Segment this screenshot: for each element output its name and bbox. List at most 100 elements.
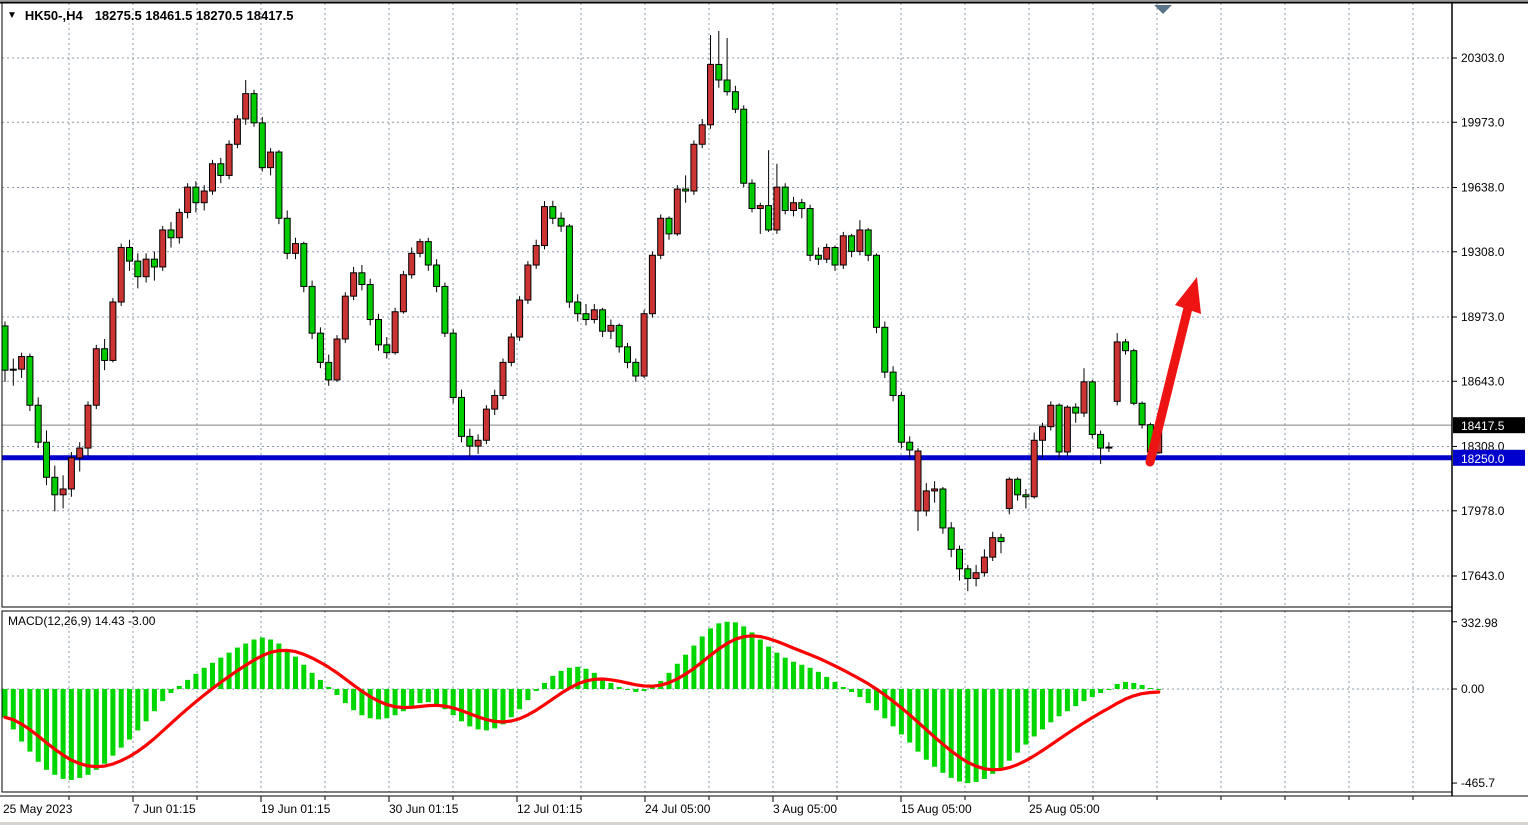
macd-bar — [451, 689, 456, 715]
macd-bar — [550, 676, 555, 689]
macd-bar — [52, 689, 57, 775]
candle-body — [317, 333, 323, 362]
macd-bar — [608, 683, 613, 689]
candle-body — [201, 191, 207, 203]
macd-bar — [285, 650, 290, 689]
macd-tick-label: 332.98 — [1461, 616, 1498, 630]
macd-bar — [19, 689, 24, 742]
candle-body — [990, 538, 996, 557]
candle-body — [973, 573, 979, 579]
price-tick-label: 19973.0 — [1461, 115, 1505, 129]
candle-body — [384, 345, 390, 353]
candle-body — [766, 206, 772, 230]
macd-bar — [293, 657, 298, 689]
candle-body — [475, 440, 481, 446]
candle-body — [649, 255, 655, 313]
chart-canvas[interactable]: 20303.019973.019638.019308.018973.018643… — [0, 1, 1528, 825]
symbol-period-label: HK50-,H4 — [25, 8, 83, 23]
candle-body — [334, 339, 340, 380]
macd-bar — [459, 689, 464, 721]
candle-body — [218, 164, 224, 176]
candle-body — [85, 405, 91, 448]
candle-body — [807, 209, 813, 256]
ohlc-readout: 18275.5 18461.5 18270.5 18417.5 — [95, 8, 294, 23]
candle-body — [1015, 479, 1021, 495]
time-label: 30 Jun 01:15 — [389, 802, 459, 816]
macd-bar — [318, 680, 323, 689]
macd-bar — [351, 689, 356, 710]
macd-bar — [127, 689, 132, 740]
candle-body — [425, 242, 431, 265]
candle-body — [716, 64, 722, 80]
macd-bar — [924, 689, 929, 760]
macd-bar — [434, 689, 439, 704]
candle-body — [932, 489, 938, 491]
macd-bar — [982, 689, 987, 779]
macd-bar — [119, 689, 124, 748]
macd-bar — [27, 689, 32, 752]
macd-bar — [501, 689, 506, 724]
candle-body — [68, 458, 74, 489]
mt4-chart-window: 20303.019973.019638.019308.018973.018643… — [0, 0, 1528, 825]
price-tick-label: 17978.0 — [1461, 504, 1505, 518]
macd-bar — [61, 689, 66, 779]
macd-bar — [642, 689, 647, 691]
candle-body — [143, 259, 149, 277]
macd-bar — [185, 680, 190, 689]
candle-body — [550, 207, 556, 219]
candle-body — [1031, 440, 1037, 496]
macd-bar — [376, 689, 381, 719]
candle-body — [160, 230, 166, 267]
candle-body — [757, 206, 763, 209]
macd-bar — [1115, 684, 1120, 689]
macd-bar — [866, 689, 871, 703]
candle-body — [508, 337, 514, 362]
candle-body — [450, 333, 456, 397]
candle-body — [185, 187, 191, 212]
candle-body — [749, 183, 755, 208]
candle-body — [442, 286, 448, 333]
macd-bar — [227, 653, 232, 689]
candle-body — [93, 349, 99, 405]
candle-body — [1114, 342, 1120, 401]
candle-body — [168, 230, 174, 238]
macd-bar — [426, 689, 431, 702]
macd-bar — [517, 689, 522, 709]
candle-body — [226, 144, 232, 175]
candle-body — [641, 314, 647, 376]
macd-bar — [1023, 689, 1028, 745]
macd-bar — [1048, 689, 1053, 722]
macd-bar — [957, 689, 962, 782]
macd-bar — [857, 689, 862, 697]
time-label: 19 Jun 01:15 — [261, 802, 331, 816]
macd-bar — [152, 689, 157, 711]
candle-body — [1073, 407, 1079, 413]
macd-bar — [1156, 689, 1161, 690]
candle-body — [500, 362, 506, 395]
macd-bar — [833, 682, 838, 689]
macd-bar — [418, 689, 423, 703]
candle-body — [907, 442, 913, 450]
macd-bar — [1007, 689, 1012, 761]
candle-body — [492, 395, 498, 409]
candle-body — [467, 436, 473, 446]
candle-body — [708, 64, 714, 124]
macd-bar — [368, 689, 373, 718]
macd-bar — [1032, 689, 1037, 736]
macd-bar — [534, 689, 539, 691]
macd-bar — [617, 687, 622, 689]
macd-bar — [343, 689, 348, 703]
candle-body — [1023, 495, 1029, 497]
price-tick-label: 19308.0 — [1461, 245, 1505, 259]
macd-bar — [733, 622, 738, 689]
candle-body — [35, 405, 41, 442]
candle-body — [865, 230, 871, 255]
macd-bar — [301, 665, 306, 689]
candle-body — [359, 273, 365, 285]
macd-bar — [542, 683, 547, 689]
candle-body — [575, 302, 581, 314]
candle-body — [268, 152, 274, 168]
candle-body — [459, 397, 465, 436]
candle-body — [558, 218, 564, 226]
macd-tick-label: -465.7 — [1461, 776, 1495, 790]
